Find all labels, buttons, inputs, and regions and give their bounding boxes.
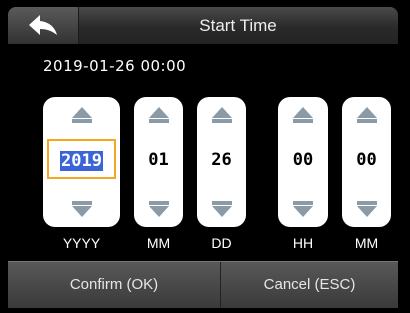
increment-icon[interactable] [292, 106, 314, 124]
back-arrow-icon [29, 15, 57, 35]
increment-icon[interactable] [356, 106, 378, 124]
year-value[interactable]: 2019 [47, 139, 116, 179]
back-button[interactable] [8, 7, 79, 44]
decrement-icon[interactable] [71, 200, 93, 218]
decrement-icon[interactable] [292, 200, 314, 218]
decrement-icon[interactable] [148, 200, 170, 218]
day-unit-label: DD [211, 235, 232, 251]
minute-value[interactable]: 00 [342, 141, 391, 179]
year-spinner[interactable]: 2019 [43, 97, 120, 227]
month-spinner[interactable]: 01 [134, 97, 183, 227]
cancel-button[interactable]: Cancel (ESC) [221, 262, 398, 308]
month-value[interactable]: 01 [134, 141, 183, 179]
month-unit-label: MM [146, 235, 171, 251]
increment-icon[interactable] [148, 106, 170, 124]
current-datetime: 2019-01-26 00:00 [43, 57, 187, 75]
hour-unit-label: HH [292, 235, 314, 251]
increment-icon[interactable] [71, 106, 93, 124]
minute-spinner[interactable]: 00 [342, 97, 391, 227]
action-bar: Confirm (OK) Cancel (ESC) [8, 261, 398, 308]
page-title: Start Time [199, 16, 277, 35]
title-bar: Start Time [8, 7, 398, 44]
year-unit-label: YYYY [62, 235, 101, 251]
increment-icon[interactable] [211, 106, 233, 124]
day-value[interactable]: 26 [197, 141, 246, 179]
hour-spinner[interactable]: 00 [278, 97, 328, 227]
decrement-icon[interactable] [356, 200, 378, 218]
decrement-icon[interactable] [211, 200, 233, 218]
confirm-button[interactable]: Confirm (OK) [8, 262, 221, 308]
device-screen: Start Time 2019-01-26 00:00 2019 01 26 0… [0, 0, 410, 313]
day-spinner[interactable]: 26 [197, 97, 246, 227]
minute-unit-label: MM [354, 235, 379, 251]
hour-value[interactable]: 00 [278, 141, 328, 179]
